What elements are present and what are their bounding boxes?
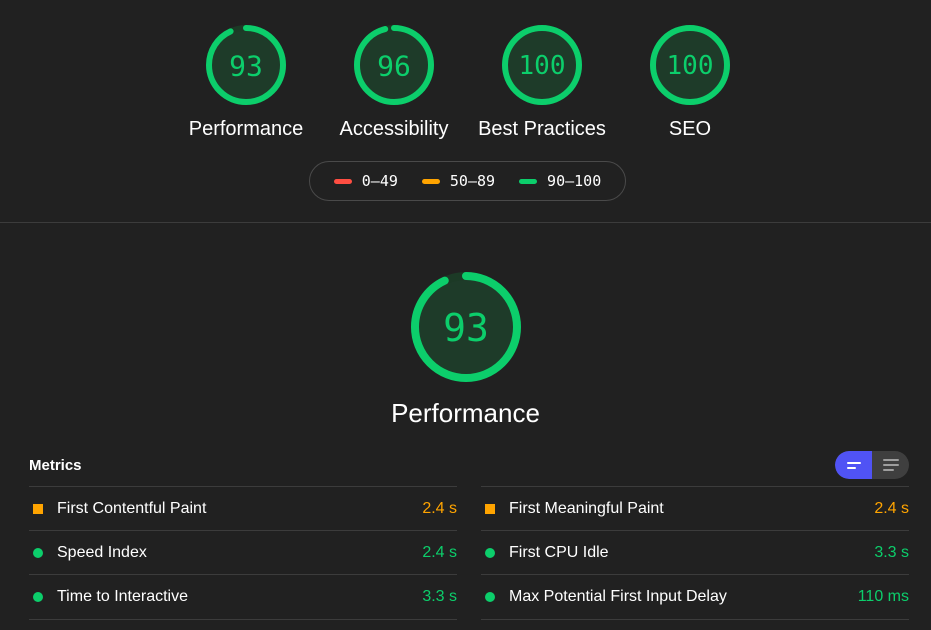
gauge-ring: 93 — [410, 272, 521, 382]
compact-view-button[interactable] — [835, 451, 872, 479]
performance-gauge: 93 Performance — [0, 270, 931, 429]
metric-value: 3.3 s — [874, 543, 909, 561]
expanded-view-button[interactable] — [872, 451, 909, 479]
metric-name: Max Potential First Input Delay — [509, 588, 727, 605]
metric-row: First Contentful Paint 2.4 s — [29, 486, 457, 530]
metric-value: 2.4 s — [874, 499, 909, 517]
metric-row: Time to Interactive 3.3 s — [29, 574, 457, 620]
metric-name: First CPU Idle — [509, 543, 609, 561]
legend-range: 0–49 — [361, 172, 398, 190]
gauge-label: SEO — [668, 118, 712, 140]
metric-name: Speed Index — [57, 543, 147, 561]
metric-row: Speed Index 2.4 s — [29, 530, 457, 574]
legend-item-pass: 90–100 — [519, 172, 601, 190]
gauge-seo[interactable]: 100 SEO — [616, 24, 764, 141]
metrics-column-right: First Meaningful Paint 2.4 s First CPU I… — [481, 486, 909, 620]
gauge-best-practices[interactable]: 100 Best Practices — [468, 24, 616, 141]
gauge-accessibility[interactable]: 96 Accessibility — [320, 24, 468, 141]
metric-name: Time to Interactive — [57, 588, 189, 605]
metric-value: 2.4 s — [422, 499, 457, 517]
metric-status-icon — [485, 547, 495, 558]
performance-score: 93 — [443, 306, 489, 350]
gauge-score: 100 — [519, 51, 566, 81]
expanded-view-icon — [882, 459, 899, 471]
metric-status-icon — [33, 547, 43, 558]
category-gauges: 93 Performance 96 Accessibility 100 Best… — [0, 24, 931, 144]
compact-view-icon — [846, 461, 861, 469]
gauge-performance[interactable]: 93 Performance — [172, 24, 320, 141]
section-divider — [0, 222, 931, 223]
metric-value: 2.4 s — [422, 543, 457, 561]
metric-value: 3.3 s — [422, 588, 457, 605]
metric-value: 110 ms — [857, 588, 909, 605]
gauge-score: 96 — [377, 50, 411, 83]
performance-title: Performance — [391, 398, 540, 428]
metric-status-icon — [485, 592, 495, 602]
pass-swatch-icon — [519, 178, 538, 184]
metric-status-icon — [33, 503, 43, 514]
gauge-ring: 96 — [354, 25, 434, 105]
gauge-ring: 93 — [206, 25, 286, 105]
gauge-label: Performance — [188, 118, 304, 140]
legend-item-fail: 0–49 — [333, 172, 398, 190]
metric-row: Max Potential First Input Delay 110 ms — [481, 574, 909, 620]
legend-range: 90–100 — [547, 172, 602, 190]
gauge-ring: 100 — [502, 25, 582, 105]
metric-row: First Meaningful Paint 2.4 s — [481, 486, 909, 530]
score-legend: 0–49 50–89 90–100 — [309, 161, 626, 201]
metrics-column-left: First Contentful Paint 2.4 s Speed Index… — [29, 486, 457, 620]
legend-item-average: 50–89 — [421, 172, 496, 190]
metric-name: First Meaningful Paint — [509, 499, 664, 517]
metrics-view-toggle[interactable] — [835, 451, 909, 479]
metric-status-icon — [33, 592, 43, 602]
gauge-ring: 100 — [650, 25, 730, 105]
gauge-score: 93 — [229, 50, 263, 83]
metrics-title: Metrics — [29, 457, 82, 474]
gauge-score: 100 — [667, 51, 714, 81]
metric-row: First CPU Idle 3.3 s — [481, 530, 909, 574]
metric-status-icon — [485, 503, 495, 514]
fail-swatch-icon — [333, 178, 352, 184]
gauge-label: Best Practices — [478, 118, 606, 140]
legend-range: 50–89 — [449, 172, 496, 190]
gauge-label: Accessibility — [339, 118, 449, 140]
average-swatch-icon — [421, 178, 440, 184]
metric-name: First Contentful Paint — [57, 499, 207, 517]
